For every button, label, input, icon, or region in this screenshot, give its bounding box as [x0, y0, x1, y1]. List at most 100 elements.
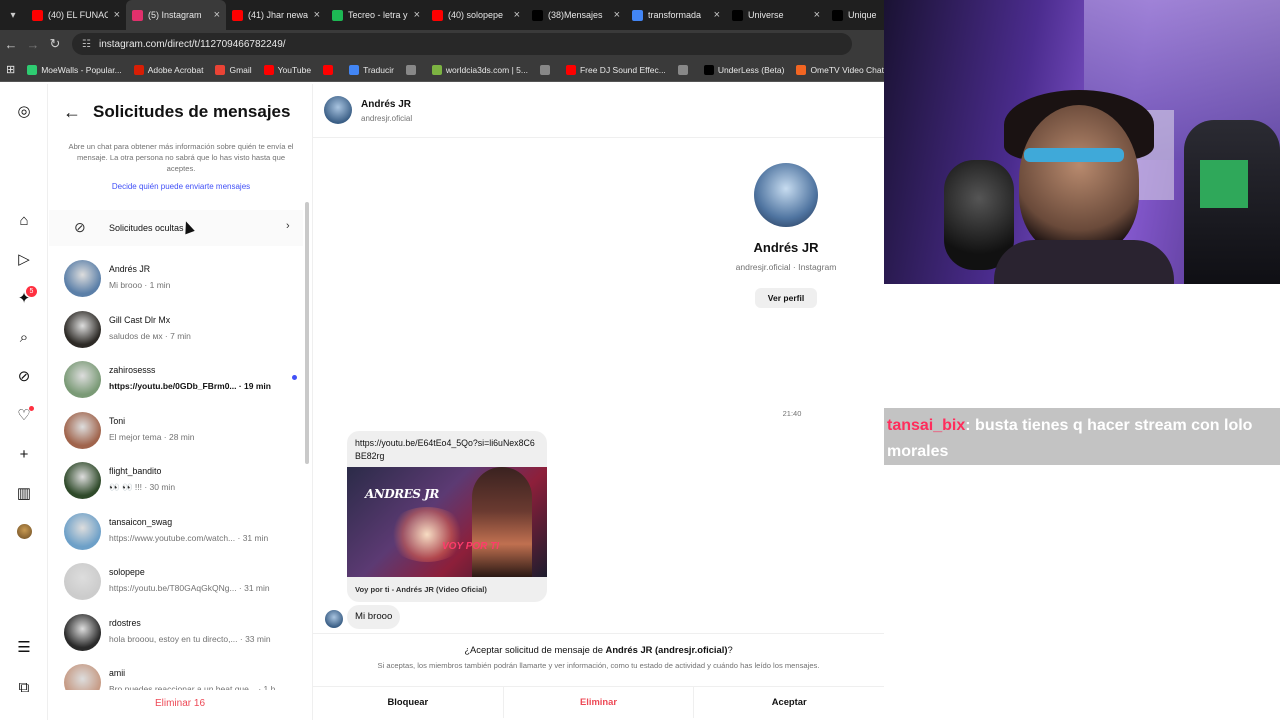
bookmark-favicon-icon — [703, 64, 714, 75]
requests-scrollbar[interactable] — [305, 202, 309, 464]
request-name: zahirosesss — [109, 365, 156, 375]
request-item[interactable]: tansaicon_swag https://www.youtube.com/wa… — [49, 507, 303, 558]
tab-label: Tecreo - letra y — [348, 10, 408, 20]
bookmark-item[interactable]: MoeWalls - Popular... — [27, 64, 122, 75]
browser-tab[interactable]: transformada × — [626, 0, 726, 30]
request-item[interactable]: Andrés JR Mi brooo · 1 min — [49, 254, 303, 305]
message-timestamp: 21:40 — [782, 409, 802, 418]
request-item[interactable]: solopepe https://youtu.be/T80GAqGkQNg... … — [49, 557, 303, 608]
bookmark-item[interactable]: Traducir — [349, 64, 394, 75]
back-arrow-icon[interactable]: ← — [63, 102, 81, 123]
tab-favicon-icon — [532, 9, 543, 21]
search-icon[interactable]: ⌕ — [14, 327, 34, 347]
thumbnail-logo: ANDRES JR — [365, 487, 439, 501]
tab-favicon-icon — [432, 9, 443, 21]
tab-label: (5) Instagram — [148, 10, 202, 20]
browser-tab[interactable]: (40) solopepe × — [426, 0, 526, 30]
accept-button[interactable]: Aceptar — [694, 687, 884, 718]
reels-icon[interactable]: ▷ — [14, 249, 34, 269]
bookmark-item[interactable] — [539, 64, 554, 75]
view-profile-button[interactable]: Ver perfil — [755, 288, 817, 308]
reload-icon[interactable]: ↻ — [44, 36, 66, 52]
webcam-streamer — [1019, 105, 1139, 255]
request-preview: saludos de ᴍx · 7 min — [109, 330, 191, 341]
tab-close-icon[interactable]: × — [408, 9, 420, 21]
request-avatar — [64, 260, 101, 297]
address-bar[interactable]: ☷ instagram.com/direct/t/112709466782249… — [72, 33, 852, 55]
request-item[interactable]: flight_bandito 👀 👀 !!! · 30 min — [49, 456, 303, 507]
tab-close-icon[interactable]: × — [808, 9, 820, 21]
bookmark-item[interactable]: Gmail — [215, 64, 252, 75]
apps-icon[interactable]: ⊞ — [6, 63, 15, 76]
request-avatar — [64, 563, 101, 600]
profile-picture[interactable] — [754, 163, 818, 227]
chat-header-avatar[interactable] — [324, 96, 352, 124]
unread-dot — [292, 375, 297, 380]
request-name: flight_bandito — [109, 466, 162, 476]
video-thumbnail[interactable]: ANDRES JR VOY POR TI — [347, 467, 547, 577]
link-message-bubble[interactable]: https://youtu.be/E64tEo4_5Qo?si=li6uNex8… — [347, 431, 547, 602]
thumbnail-figure — [472, 467, 532, 577]
create-icon[interactable]: + — [14, 444, 34, 464]
block-button[interactable]: Bloquear — [313, 687, 504, 718]
site-info-icon[interactable]: ☷ — [82, 39, 91, 50]
tab-search-icon[interactable]: ▾ — [0, 0, 26, 30]
bookmark-item[interactable]: worldcia3ds.com | 5... — [431, 64, 528, 75]
bookmark-favicon-icon — [565, 64, 576, 75]
browser-tab[interactable]: Tecreo - letra y × — [326, 0, 426, 30]
tab-close-icon[interactable]: × — [108, 9, 120, 21]
tab-label: (41) Jhar newa — [248, 10, 308, 20]
home-icon[interactable]: ⌂ — [14, 210, 34, 230]
browser-tab[interactable]: (40) EL FUNAO × — [26, 0, 126, 30]
nav-rail: ◎ ⌂ ▷ ✦ 5 ⌕ ⊘ ♡ + ▥ ☰ ⧉ — [0, 84, 48, 720]
requests-list: Andrés JR Mi brooo · 1 min Gill Cast Dlr M… — [49, 254, 303, 709]
tab-favicon-icon — [232, 9, 243, 21]
dashboard-icon[interactable]: ▥ — [14, 483, 34, 503]
delete-all-button[interactable]: Eliminar 16 — [49, 690, 311, 720]
bookmark-item[interactable]: UnderLess (Beta) — [703, 64, 784, 75]
request-item[interactable]: Gill Cast Dlr Mx saludos de ᴍx · 7 min — [49, 305, 303, 356]
bookmark-item[interactable] — [405, 64, 420, 75]
tab-close-icon[interactable]: × — [708, 9, 720, 21]
message-settings-link[interactable]: Decide quién puede enviarte mensajes — [63, 182, 299, 191]
forward-icon[interactable]: → — [22, 37, 44, 52]
instagram-logo-icon[interactable]: ◎ — [14, 101, 34, 121]
tab-close-icon[interactable]: × — [208, 9, 220, 21]
accept-note: Si aceptas, los miembros también podrán … — [377, 661, 820, 670]
explore-icon[interactable]: ⊘ — [14, 366, 34, 386]
url-text: instagram.com/direct/t/112709466782249/ — [98, 38, 286, 50]
bookmark-item[interactable]: YouTube — [263, 64, 311, 75]
bookmark-item[interactable] — [677, 64, 692, 75]
tab-close-icon[interactable]: × — [508, 9, 520, 21]
menu-icon[interactable]: ☰ — [14, 637, 34, 657]
back-icon[interactable]: ← — [0, 37, 22, 52]
browser-tab[interactable]: (38)Mensajes × — [526, 0, 626, 30]
request-item[interactable]: Toni El mejor tema · 28 min — [49, 406, 303, 457]
bookmark-favicon-icon — [27, 64, 38, 75]
browser-tab[interactable]: Universe × — [726, 0, 826, 30]
link-text[interactable]: https://youtu.be/E64tEo4_5Qo?si=li6uNex8… — [347, 431, 547, 467]
chevron-right-icon: › — [286, 220, 290, 232]
request-item[interactable]: rdostres hola brooou, estoy en tu directo… — [49, 608, 303, 659]
profile-avatar[interactable] — [17, 524, 32, 539]
tab-close-icon[interactable]: × — [308, 9, 320, 21]
bookmark-favicon-icon — [133, 64, 144, 75]
delete-button[interactable]: Eliminar — [504, 687, 695, 718]
bookmark-item[interactable]: Free DJ Sound Effec... — [565, 64, 666, 75]
browser-tab[interactable]: Unique D — [826, 0, 882, 30]
bookmark-item[interactable] — [323, 64, 337, 75]
threads-icon[interactable]: ⧉ — [14, 677, 34, 697]
chat-panel: Andrés JR andresjr.oficial Andrés JR and… — [313, 84, 884, 720]
tab-close-icon[interactable]: × — [608, 9, 620, 21]
chat-header-name[interactable]: Andrés JR — [361, 99, 411, 110]
request-item[interactable]: zahirosesss https://youtu.be/0GDb_FBrm0..… — [49, 355, 303, 406]
bookmark-favicon-icon — [796, 64, 807, 75]
bookmark-item[interactable]: Adobe Acrobat — [133, 64, 203, 75]
browser-tab[interactable]: (5) Instagram × — [126, 0, 226, 30]
webcam-overlay — [884, 0, 1280, 284]
bookmark-item[interactable]: OmeTV Video Chat... — [796, 64, 891, 75]
thumbnail-song-title: VOY POR TI — [442, 541, 500, 552]
browser-tab[interactable]: (41) Jhar newa × — [226, 0, 326, 30]
accept-question-pre: ¿Aceptar solicitud de mensaje de — [464, 644, 606, 655]
hidden-requests-row[interactable]: ⊘ Solicitudes ocultas › — [49, 210, 303, 246]
